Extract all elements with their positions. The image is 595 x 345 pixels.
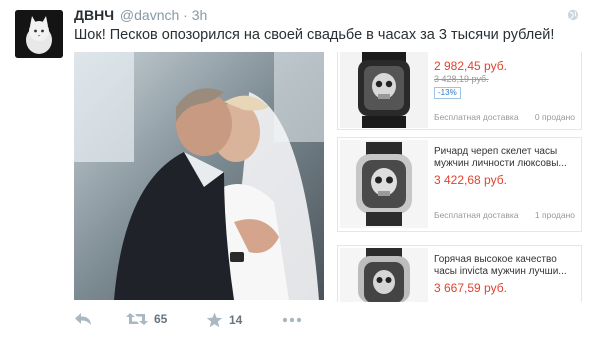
more-button[interactable] [282, 312, 302, 326]
product-price: 3 667,59 руб. [434, 281, 507, 295]
skull-watch-icon [340, 248, 428, 302]
product-title[interactable]: Ричард череп скелет часы мужчин личности… [434, 146, 577, 170]
shipping-label: Бесплатная доставка [434, 210, 519, 220]
product-thumbnail [340, 248, 428, 302]
globe-icon [567, 9, 579, 21]
sold-count: 0 продано [534, 112, 575, 122]
retweet-icon [126, 313, 148, 325]
product-card-3[interactable]: Горячая высокое качество часы invicta му… [337, 245, 582, 302]
product-info: Ричард череп скелет часы мужчин личности… [434, 146, 577, 187]
product-card-2[interactable]: Ричард череп скелет часы мужчин личности… [337, 137, 582, 232]
tweet-header: ДВНЧ @davnch · 3h [74, 7, 207, 25]
skull-watch-icon [340, 52, 428, 128]
discount-badge: -13% [434, 87, 461, 99]
more-dots-icon [282, 317, 302, 323]
shipping-label: Бесплатная доставка [434, 112, 519, 122]
product-info: 2 982,45 руб. 3 428,19 руб. -13% [434, 56, 577, 99]
star-icon [206, 312, 223, 328]
retweet-count: 65 [154, 312, 168, 326]
favorite-button[interactable]: 14 [206, 312, 242, 328]
product-price: 3 422,68 руб. [434, 173, 507, 187]
skull-watch-icon [340, 140, 428, 228]
retweet-button[interactable]: 65 [126, 312, 167, 326]
product-thumbnail [340, 140, 428, 228]
separator-dot: · [183, 7, 188, 23]
media-grid: 2 982,45 руб. 3 428,19 руб. -13% Бесплат… [74, 52, 582, 302]
reply-icon [75, 313, 91, 325]
product-price: 2 982,45 руб. [434, 59, 507, 73]
avatar[interactable] [15, 10, 63, 58]
favorite-count: 14 [229, 313, 243, 327]
author-handle[interactable]: @davnch [120, 7, 179, 23]
product-title[interactable]: Горячая высокое качество часы invicta му… [434, 254, 577, 278]
wedding-photo[interactable] [74, 52, 324, 300]
product-thumbnail [340, 52, 428, 128]
cat-avatar-icon [15, 10, 63, 58]
wedding-photo-image [74, 52, 324, 300]
reply-button[interactable] [74, 312, 92, 326]
product-meta: Бесплатная доставка 0 продано [434, 112, 575, 122]
sold-count: 1 продано [534, 210, 575, 220]
product-info: Горячая высокое качество часы invicta му… [434, 254, 577, 295]
product-meta: Бесплатная доставка 1 продано [434, 210, 575, 220]
tweet: ДВНЧ @davnch · 3h Шок! Песков опозорился… [0, 0, 595, 345]
tweet-timestamp[interactable]: 3h [192, 7, 208, 23]
author-name[interactable]: ДВНЧ [74, 7, 114, 23]
tweet-text: Шок! Песков опозорился на своей свадьбе … [74, 27, 555, 43]
product-card-1[interactable]: 2 982,45 руб. 3 428,19 руб. -13% Бесплат… [337, 52, 582, 130]
product-old-price: 3 428,19 руб. [434, 74, 489, 84]
